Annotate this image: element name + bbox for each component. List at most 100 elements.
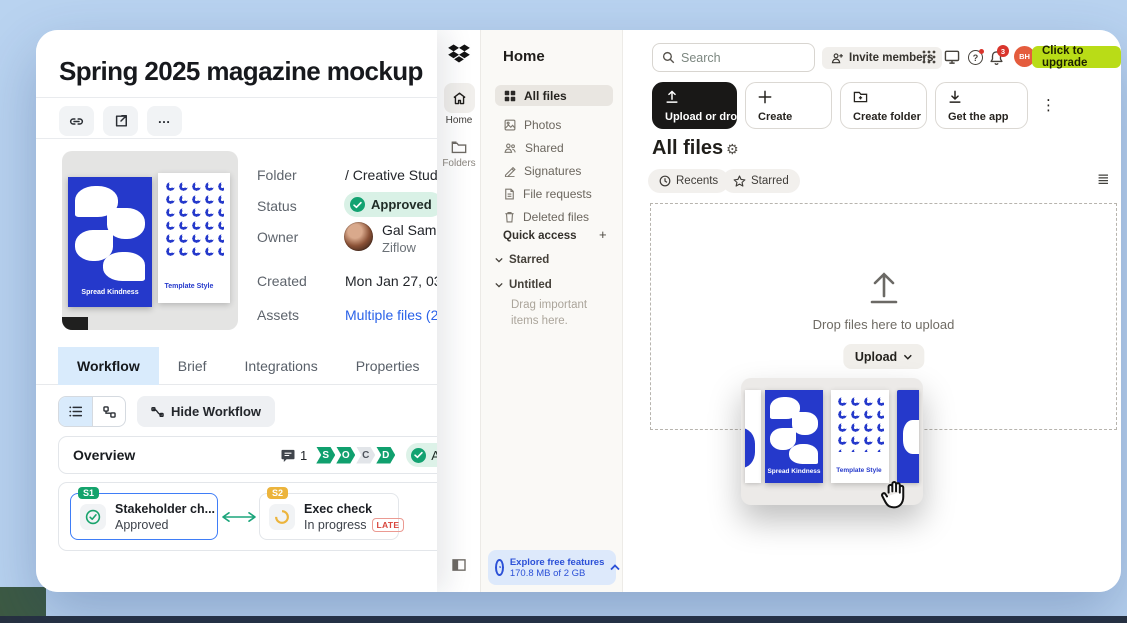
create-label: Create <box>758 111 792 123</box>
approved-step-icon <box>80 504 106 530</box>
recents-label: Recents <box>676 175 718 187</box>
share-button[interactable] <box>103 106 138 136</box>
all-files-heading: All files <box>652 137 723 160</box>
collapse-sidebar-icon[interactable] <box>452 558 466 576</box>
stage-badge-s: S <box>316 447 335 464</box>
owner-label: Owner <box>257 229 298 245</box>
quick-access-heading: Quick access <box>503 230 577 242</box>
plus-icon <box>758 90 772 109</box>
created-value: Mon Jan 27, 03: <box>345 273 437 289</box>
sidebar-item-shared[interactable]: Shared <box>495 137 613 158</box>
chevron-up-icon[interactable] <box>610 564 620 571</box>
storage-upsell[interactable]: ◔ Explore free features 170.8 MB of 2 GB <box>488 550 616 585</box>
background-bottom-bar <box>0 616 1127 623</box>
hide-workflow-button[interactable]: Hide Workflow <box>137 396 275 427</box>
cover-template-style: Template Style <box>158 173 230 303</box>
storage-title: Explore free features <box>510 557 605 568</box>
assets-link[interactable]: Multiple files (2) <box>345 307 437 323</box>
workflow-overview-row[interactable]: Overview 1 S O C D Approved <box>58 436 437 474</box>
starred-filter-chip[interactable]: Starred <box>722 169 800 193</box>
page-background: Home Folders Home All files Photos Shar <box>0 0 1127 623</box>
copy-link-button[interactable] <box>59 106 94 136</box>
workflow-step-2[interactable]: S2 Exec check In progress LATE <box>259 493 399 540</box>
sidebar-heading: Home <box>503 48 545 65</box>
list-view-icon <box>69 406 82 417</box>
in-progress-step-icon <box>269 504 295 530</box>
screen-share-icon[interactable] <box>944 50 960 69</box>
signature-icon <box>504 165 516 177</box>
cover-title: Template Style <box>164 283 213 291</box>
folder-icon <box>451 140 467 154</box>
sidebar-item-label: All files <box>524 89 567 103</box>
folder-plus-icon <box>853 90 868 108</box>
owner-name: Gal Samari <box>382 222 437 238</box>
dropbox-sidebar: Home All files Photos Shared Signatures … <box>481 30 623 592</box>
tab-brief[interactable]: Brief <box>159 347 226 385</box>
link-icon <box>69 115 84 128</box>
owner-avatar <box>344 222 373 251</box>
recents-filter-chip[interactable]: Recents <box>648 169 729 193</box>
sidebar-item-label: Signatures <box>524 164 581 178</box>
dropzone-upload-button[interactable]: Upload <box>843 344 924 369</box>
sidebar-item-label: Shared <box>525 141 564 155</box>
tab-workflow[interactable]: Workflow <box>58 347 159 385</box>
proof-tabs: Workflow Brief Integrations Properties <box>36 347 437 385</box>
help-icon[interactable]: ? <box>968 50 983 65</box>
quick-access-starred[interactable]: Starred <box>495 254 549 266</box>
gear-icon[interactable]: ⚙ <box>726 141 739 158</box>
dropbox-rail: Home Folders <box>437 30 481 592</box>
status-badge: Approved <box>344 192 437 217</box>
quick-access-untitled[interactable]: Untitled <box>495 279 552 291</box>
file-request-icon <box>504 188 515 200</box>
more-actions-icon[interactable]: ⋮ <box>1041 96 1056 114</box>
workflow-step-1[interactable]: S1 Stakeholder ch... Approved <box>70 493 218 540</box>
check-circle-icon <box>350 197 365 212</box>
sidebar-item-photos[interactable]: Photos <box>495 114 613 135</box>
dropbox-logo-icon[interactable] <box>448 44 470 68</box>
proof-thumbnail[interactable]: Spread Kindness Template Style <box>62 151 238 330</box>
workflow-icon <box>151 406 164 418</box>
star-icon <box>733 175 746 187</box>
flow-view-toggle[interactable] <box>92 397 125 426</box>
create-button[interactable]: Create <box>745 82 832 129</box>
apps-grid-icon[interactable] <box>922 50 936 69</box>
home-icon <box>452 91 467 106</box>
clock-icon <box>659 175 671 187</box>
overview-title: Overview <box>73 447 135 463</box>
sidebar-item-deleted-files[interactable]: Deleted files <box>495 206 613 227</box>
quick-access-add-button[interactable]: + <box>599 227 607 242</box>
chevron-down-icon <box>495 257 503 263</box>
storage-usage: 170.8 MB of 2 GB <box>510 568 605 579</box>
invite-person-icon <box>831 52 844 64</box>
notifications-bell-icon[interactable]: 3 <box>989 50 1004 71</box>
sidebar-item-file-requests[interactable]: File requests <box>495 183 613 204</box>
dropzone-message: Drop files here to upload <box>651 317 1116 332</box>
tab-integrations[interactable]: Integrations <box>226 347 337 385</box>
rail-item-home[interactable] <box>444 83 475 113</box>
upgrade-button[interactable]: Click to upgrade <box>1032 46 1121 68</box>
rail-home-label[interactable]: Home <box>437 115 481 126</box>
cover-spread-kindness: Spread Kindness <box>68 177 152 307</box>
proof-details-panel: Spring 2025 magazine mockup … Spread Kin <box>36 30 437 592</box>
search-input[interactable] <box>681 51 801 65</box>
upload-or-drop-button[interactable]: Upload or drop <box>652 82 737 129</box>
list-view-toggle[interactable] <box>59 397 92 426</box>
more-options-button[interactable]: … <box>147 106 182 136</box>
flow-view-icon <box>103 406 116 418</box>
list-view-icon[interactable]: ≣ <box>1097 170 1110 188</box>
cover-thumbnail-partial-left <box>745 390 761 483</box>
cover-thumbnail-partial-right <box>897 390 919 483</box>
step-status: In progress <box>304 518 367 532</box>
rail-item-folders[interactable] <box>451 138 467 156</box>
sidebar-item-all-files[interactable]: All files <box>495 85 613 106</box>
rail-folders-label[interactable]: Folders <box>437 158 481 169</box>
sidebar-item-signatures[interactable]: Signatures <box>495 160 613 181</box>
tab-properties[interactable]: Properties <box>337 347 437 385</box>
create-folder-button[interactable]: Create folder <box>840 82 927 129</box>
get-the-app-button[interactable]: Get the app <box>935 82 1028 129</box>
dropzone-upload-icon <box>864 268 904 313</box>
search-input-wrapper[interactable] <box>652 43 815 72</box>
step-status: Approved <box>115 518 169 532</box>
ellipsis-icon: … <box>158 111 172 126</box>
proof-title: Spring 2025 magazine mockup <box>59 56 423 87</box>
